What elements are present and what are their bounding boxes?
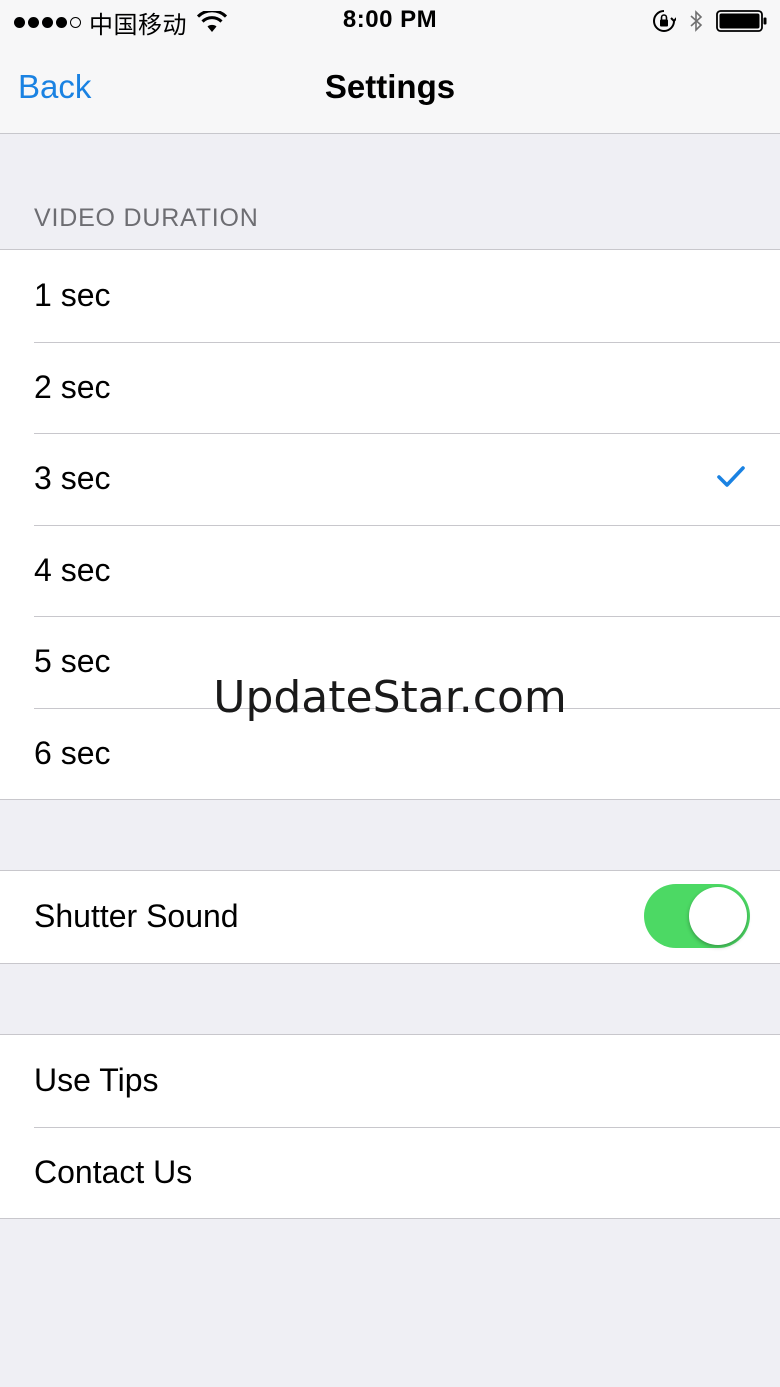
shutter-sound-toggle[interactable] [644, 884, 750, 948]
navigation-bar: Back Settings [0, 42, 780, 134]
shutter-sound-row: Shutter Sound [0, 871, 780, 963]
duration-option-3[interactable]: 3 sec [0, 433, 780, 525]
duration-option-label: 2 sec [34, 368, 111, 405]
checkmark-icon [717, 466, 745, 487]
duration-option-label: 3 sec [34, 460, 111, 497]
orientation-lock-icon [653, 10, 676, 32]
duration-option-2[interactable]: 2 sec [0, 341, 780, 434]
use-tips-row[interactable]: Use Tips [0, 1035, 780, 1127]
page-title: Settings [324, 68, 456, 105]
status-bar: 中国移动 8:00 PM [0, 0, 780, 42]
duration-option-label: 6 sec [34, 734, 111, 771]
toggle-knob [689, 887, 747, 945]
shutter-sound-label: Shutter Sound [34, 898, 239, 935]
duration-option-1[interactable]: 1 sec [0, 250, 780, 342]
watermark: UpdateStar.com [213, 672, 567, 723]
battery-icon [716, 10, 767, 32]
contact-us-row[interactable]: Contact Us [0, 1126, 780, 1219]
use-tips-label: Use Tips [34, 1062, 159, 1099]
info-links-group: Use Tips Contact Us [0, 1034, 780, 1219]
duration-option-4[interactable]: 4 sec [0, 524, 780, 617]
duration-option-label: 1 sec [34, 277, 111, 314]
section-header-video-duration: VIDEO DURATION [34, 204, 259, 232]
bluetooth-icon [690, 10, 703, 32]
shutter-sound-group: Shutter Sound [0, 870, 780, 964]
contact-us-label: Contact Us [34, 1153, 193, 1190]
duration-option-label: 4 sec [34, 551, 111, 588]
status-right [652, 6, 768, 36]
